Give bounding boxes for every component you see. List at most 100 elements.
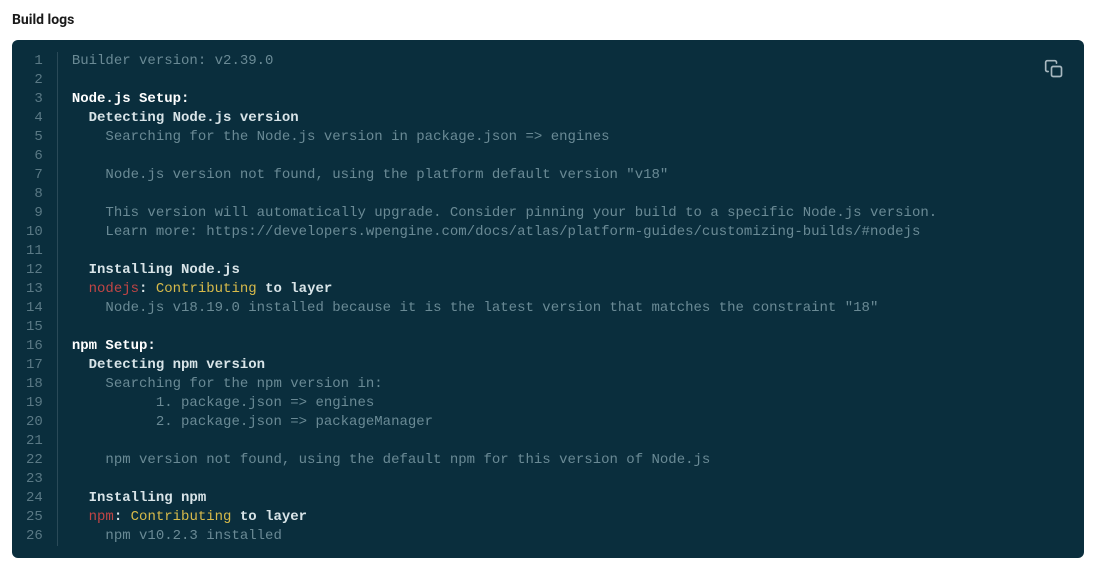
log-line: 7 Node.js version not found, using the p… <box>12 166 1084 185</box>
line-number: 16 <box>12 337 57 356</box>
line-number: 6 <box>12 147 57 166</box>
log-segment: npm version not found, using the default… <box>72 452 711 468</box>
line-content: Searching for the Node.js version in pac… <box>57 128 1084 147</box>
line-content: Detecting npm version <box>57 356 1084 375</box>
log-segment: Detecting npm version <box>72 357 265 373</box>
line-number: 26 <box>12 527 57 546</box>
line-content: npm v10.2.3 installed <box>57 527 1084 546</box>
log-line: 18 Searching for the npm version in: <box>12 375 1084 394</box>
line-content: 2. package.json => packageManager <box>57 413 1084 432</box>
log-line: 3 Node.js Setup: <box>12 90 1084 109</box>
line-number: 11 <box>12 242 57 261</box>
log-line: 6 <box>12 147 1084 166</box>
log-line: 20 2. package.json => packageManager <box>12 413 1084 432</box>
line-content <box>57 318 1084 337</box>
line-number: 10 <box>12 223 57 242</box>
log-segment: Contributing <box>131 509 232 525</box>
log-line: 24 Installing npm <box>12 489 1084 508</box>
log-segment: : <box>139 281 156 297</box>
line-number: 2 <box>12 71 57 90</box>
line-number: 8 <box>12 185 57 204</box>
line-content <box>57 470 1084 489</box>
line-number: 9 <box>12 204 57 223</box>
log-line: 4 Detecting Node.js version <box>12 109 1084 128</box>
log-segment: Node.js Setup: <box>72 91 190 107</box>
log-line: 22 npm version not found, using the defa… <box>12 451 1084 470</box>
line-number: 3 <box>12 90 57 109</box>
line-content: npm: Contributing to layer <box>57 508 1084 527</box>
line-content: Installing npm <box>57 489 1084 508</box>
line-content: Node.js Setup: <box>57 90 1084 109</box>
log-line: 19 1. package.json => engines <box>12 394 1084 413</box>
line-number: 4 <box>12 109 57 128</box>
log-line: 2 <box>12 71 1084 90</box>
log-line: 14 Node.js v18.19.0 installed because it… <box>12 299 1084 318</box>
line-content <box>57 147 1084 166</box>
log-line: 26 npm v10.2.3 installed <box>12 527 1084 546</box>
line-content: 1. package.json => engines <box>57 394 1084 413</box>
line-number: 7 <box>12 166 57 185</box>
line-number: 25 <box>12 508 57 527</box>
log-segment: Detecting Node.js version <box>72 110 299 126</box>
line-number: 17 <box>12 356 57 375</box>
line-content: Builder version: v2.39.0 <box>57 52 1084 71</box>
page-title: Build logs <box>12 12 1084 28</box>
log-segment: Searching for the npm version in: <box>72 376 383 392</box>
line-content: Node.js v18.19.0 installed because it is… <box>57 299 1084 318</box>
log-segment: Node.js v18.19.0 installed because it is… <box>72 300 879 316</box>
line-content <box>57 432 1084 451</box>
copy-button[interactable] <box>1040 56 1068 84</box>
line-number: 22 <box>12 451 57 470</box>
log-line: 12 Installing Node.js <box>12 261 1084 280</box>
log-segment: to layer <box>231 509 307 525</box>
log-line: 17 Detecting npm version <box>12 356 1084 375</box>
line-number: 18 <box>12 375 57 394</box>
line-number: 15 <box>12 318 57 337</box>
line-number: 20 <box>12 413 57 432</box>
log-segment: 2. package.json => packageManager <box>72 414 433 430</box>
line-content <box>57 71 1084 90</box>
log-line: 9 This version will automatically upgrad… <box>12 204 1084 223</box>
line-number: 19 <box>12 394 57 413</box>
log-table: 1 Builder version: v2.39.0 2 3 Node.js Setu… <box>12 52 1084 546</box>
log-segment: This version will automatically upgrade.… <box>72 205 937 221</box>
log-line: 16 npm Setup: <box>12 337 1084 356</box>
line-number: 5 <box>12 128 57 147</box>
line-number: 23 <box>12 470 57 489</box>
log-line: 1 Builder version: v2.39.0 <box>12 52 1084 71</box>
line-content: npm Setup: <box>57 337 1084 356</box>
log-segment: 1. package.json => engines <box>72 395 374 411</box>
line-number: 1 <box>12 52 57 71</box>
line-content: nodejs: Contributing to layer <box>57 280 1084 299</box>
build-log-panel: 1 Builder version: v2.39.0 2 3 Node.js Setu… <box>12 40 1084 558</box>
log-line: 21 <box>12 432 1084 451</box>
line-number: 21 <box>12 432 57 451</box>
line-content: Learn more: https://developers.wpengine.… <box>57 223 1084 242</box>
line-content: This version will automatically upgrade.… <box>57 204 1084 223</box>
log-segment: npm <box>72 509 114 525</box>
log-segment: nodejs <box>72 281 139 297</box>
log-segment: Installing Node.js <box>72 262 240 278</box>
log-segment: Learn more: https://developers.wpengine.… <box>72 224 921 240</box>
line-number: 12 <box>12 261 57 280</box>
log-segment: Node.js version not found, using the pla… <box>72 167 669 183</box>
log-segment: Installing npm <box>72 490 206 506</box>
log-line: 10 Learn more: https://developers.wpengi… <box>12 223 1084 242</box>
line-content: Installing Node.js <box>57 261 1084 280</box>
log-segment: Contributing <box>156 281 257 297</box>
line-content <box>57 185 1084 204</box>
log-line: 5 Searching for the Node.js version in p… <box>12 128 1084 147</box>
log-segment: to layer <box>257 281 333 297</box>
log-line: 8 <box>12 185 1084 204</box>
log-segment: Builder version: v2.39.0 <box>72 53 274 69</box>
copy-icon <box>1044 59 1064 82</box>
log-line: 11 <box>12 242 1084 261</box>
log-segment: Searching for the Node.js version in pac… <box>72 129 610 145</box>
log-segment: : <box>114 509 131 525</box>
line-content: Detecting Node.js version <box>57 109 1084 128</box>
log-segment: npm Setup: <box>72 338 156 354</box>
log-line: 13 nodejs: Contributing to layer <box>12 280 1084 299</box>
log-line: 23 <box>12 470 1084 489</box>
line-content <box>57 242 1084 261</box>
log-line: 25 npm: Contributing to layer <box>12 508 1084 527</box>
